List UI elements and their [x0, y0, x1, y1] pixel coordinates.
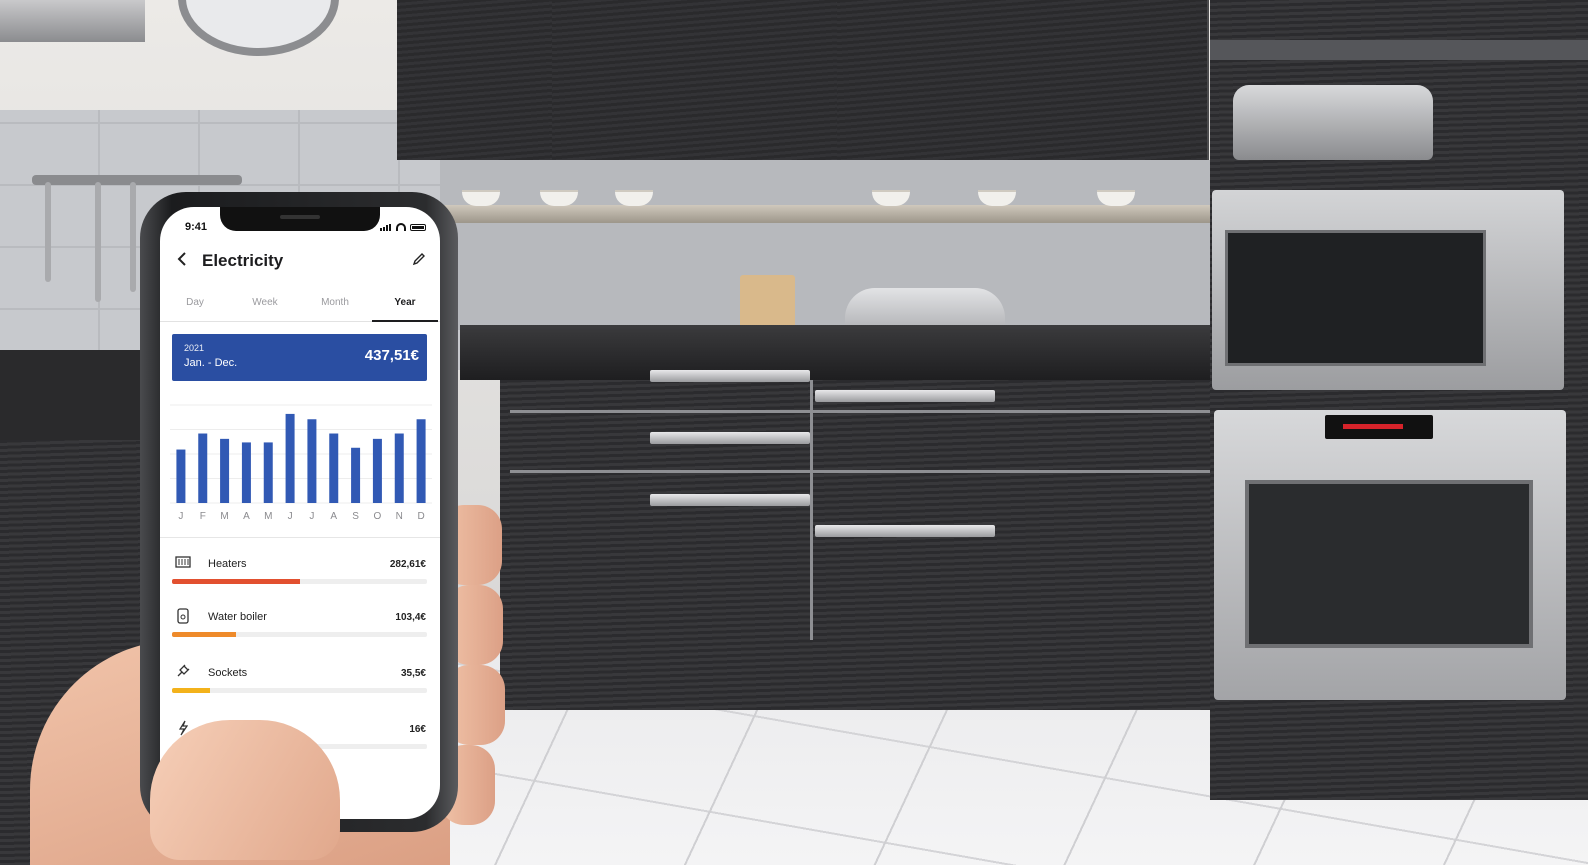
category-label: Heaters: [208, 558, 247, 570]
chart-bar[interactable]: [307, 419, 317, 503]
chart-bar[interactable]: [263, 442, 273, 503]
monthly-bar-chart: JFMAMJJASOND: [170, 399, 432, 521]
chart-tick-label: J: [178, 511, 183, 521]
utensil: [95, 182, 101, 302]
chart-tick-label: A: [243, 511, 250, 521]
category-row-sockets[interactable]: Sockets 35,5€: [172, 664, 428, 708]
category-row-heaters[interactable]: Heaters 282,61€: [172, 555, 428, 599]
category-value: 103,4€: [395, 612, 426, 623]
drawer-gap: [510, 410, 1210, 413]
chart-tick-label: O: [374, 511, 382, 521]
summary-year: 2021: [184, 343, 205, 353]
app-header: Electricity: [160, 249, 440, 273]
tab-month[interactable]: Month: [300, 293, 370, 321]
drawer-gap: [810, 380, 813, 640]
shelf: [440, 205, 1220, 223]
period-summary-card[interactable]: 2021 Jan. - Dec. 437,51€: [172, 334, 427, 381]
chart-bar[interactable]: [372, 438, 382, 503]
category-progress: [172, 632, 427, 637]
utensil-rail: [32, 175, 242, 185]
category-progress-fill: [172, 632, 236, 637]
microwave-window: [1225, 230, 1486, 366]
upper-cabinet: [837, 0, 1209, 160]
chevron-left-icon: [177, 252, 186, 266]
chart-tick-label: D: [417, 511, 424, 521]
category-progress-fill: [172, 579, 300, 584]
backsplash: [440, 160, 1220, 330]
page-title: Electricity: [202, 251, 284, 270]
knife-block: [740, 275, 795, 330]
chart-tick-label: M: [264, 511, 272, 521]
chart-tick-label: J: [309, 511, 314, 521]
category-row-water-boiler[interactable]: Water boiler 103,4€: [172, 608, 428, 652]
chart-tick-label: N: [396, 511, 403, 521]
thumb: [150, 720, 340, 860]
chart-svg: JFMAMJJASOND: [170, 404, 432, 521]
category-progress: [172, 579, 427, 584]
water-boiler-icon: [174, 608, 192, 626]
oven-window: [1245, 480, 1533, 648]
tab-year[interactable]: Year: [370, 293, 440, 322]
tab-day[interactable]: Day: [160, 293, 230, 321]
period-tabs: Day Week Month Year: [160, 293, 440, 322]
socket-icon: [174, 664, 192, 682]
range-hood: [0, 0, 145, 42]
oven-shelf: [1210, 40, 1588, 60]
chart-bar[interactable]: [198, 433, 208, 503]
drawer-gap: [510, 470, 1210, 473]
chart-tick-label: J: [288, 511, 293, 521]
status-time: 9:41: [185, 221, 208, 233]
stove-top: [0, 350, 140, 440]
category-progress: [172, 688, 427, 693]
chart-bar[interactable]: [394, 433, 404, 503]
chart-bar[interactable]: [416, 419, 426, 503]
phone-notch: [220, 207, 380, 231]
drawer-handle: [815, 390, 995, 402]
summary-range: Jan. - Dec.: [184, 357, 238, 369]
category-value: 35,5€: [400, 668, 426, 679]
toaster: [1233, 85, 1433, 160]
chart-bar[interactable]: [220, 438, 230, 503]
category-progress-fill: [172, 688, 211, 693]
upper-cabinet: [552, 0, 839, 160]
battery-icon: [410, 223, 426, 231]
chart-tick-label: S: [352, 511, 359, 521]
utensil: [130, 182, 136, 292]
drawer-handle: [815, 525, 995, 537]
edit-button[interactable]: [412, 252, 426, 270]
status-icons: [380, 223, 426, 231]
chart-tick-label: A: [330, 511, 337, 521]
chart-bar[interactable]: [285, 413, 295, 503]
drawer-handle: [650, 432, 810, 444]
tab-week[interactable]: Week: [230, 293, 300, 321]
back-button[interactable]: [176, 251, 188, 270]
chart-bar[interactable]: [351, 447, 361, 503]
divider: [160, 537, 440, 538]
utensil: [45, 182, 51, 282]
category-value: 16€: [409, 724, 426, 735]
chart-bar[interactable]: [329, 433, 339, 503]
signal-icon: [380, 223, 392, 231]
wifi-icon: [396, 223, 406, 231]
chart-tick-label: F: [200, 511, 206, 521]
category-label: Sockets: [208, 667, 248, 679]
upper-cabinet: [397, 0, 554, 160]
base-cabinets: [500, 380, 1220, 710]
countertop: [460, 325, 1220, 380]
chart-bar[interactable]: [176, 449, 186, 503]
drawer-handle: [650, 494, 810, 506]
summary-total: 437,51€: [364, 347, 419, 364]
heater-icon: [174, 555, 192, 573]
oven-display: [1325, 415, 1433, 439]
chart-bar[interactable]: [241, 442, 251, 503]
chart-tick-label: M: [220, 511, 228, 521]
category-label: Water boiler: [208, 611, 267, 623]
drawer-handle: [650, 370, 810, 382]
pencil-icon: [412, 253, 425, 266]
category-value: 282,61€: [389, 559, 426, 570]
